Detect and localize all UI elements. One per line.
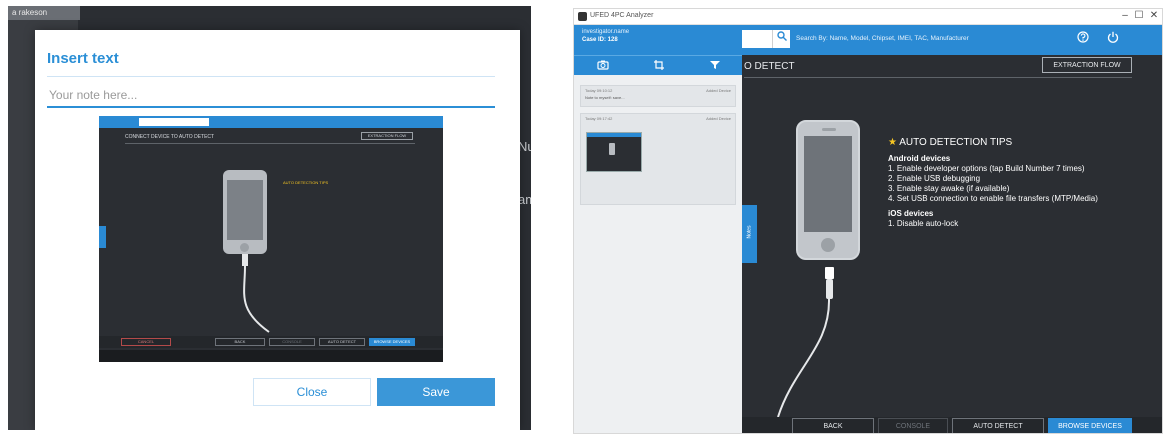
stage: a rakeson Nu am Insert text CONNECT DEVI…	[0, 0, 1171, 434]
background-tab[interactable]: a rakeson	[8, 6, 80, 20]
preview-divider	[125, 143, 415, 144]
ios-header: iOS devices	[888, 209, 934, 218]
screenshot-preview: CONNECT DEVICE TO AUTO DETECT EXTRACTION…	[99, 116, 443, 362]
tips-title-text: AUTO DETECTION TIPS	[899, 137, 1013, 148]
browse-devices-button[interactable]: BROWSE DEVICES	[1048, 418, 1132, 433]
tips-title: ★ AUTO DETECTION TIPS	[888, 138, 1158, 148]
search-icon[interactable]	[772, 30, 790, 48]
note-type: Added Device	[706, 88, 731, 93]
close-window-icon[interactable]: ✕	[1147, 10, 1161, 21]
back-button[interactable]: BACK	[792, 418, 874, 433]
camera-icon[interactable]	[596, 60, 610, 72]
modal-divider	[47, 76, 495, 77]
minimize-icon[interactable]: –	[1118, 10, 1132, 21]
console-button[interactable]: CONSOLE	[878, 418, 948, 433]
power-icon[interactable]	[1104, 30, 1122, 48]
android-tip: 4. Set USB connection to enable file tra…	[888, 194, 1098, 203]
insert-text-modal: Insert text CONNECT DEVICE TO AUTO DETEC…	[35, 30, 520, 430]
title-divider	[744, 77, 1132, 78]
preview-cancel-button: CANCEL	[121, 338, 171, 346]
star-icon: ★	[888, 137, 897, 148]
preview-console-button: CONSOLE	[269, 338, 315, 346]
note-text: Note to myself: save...	[585, 95, 625, 100]
search-hint: Search By: Name, Model, Chipset, IMEI, T…	[796, 35, 969, 42]
note-item[interactable]: Today 09:17:42 Added Device	[580, 113, 736, 205]
phone-icon	[796, 120, 860, 260]
android-tip: 1. Enable developer options (tap Build N…	[888, 164, 1085, 173]
note-type: Added Device	[706, 116, 731, 121]
auto-detect-button[interactable]: AUTO DETECT	[952, 418, 1044, 433]
app-icon	[578, 12, 587, 21]
note-screenshot-thumbnail[interactable]	[586, 132, 642, 172]
preview-back-button: BACK	[215, 338, 265, 346]
preview-notes-tab	[99, 226, 106, 248]
auto-detection-tips: ★ AUTO DETECTION TIPS Android devices 1.…	[888, 138, 1158, 229]
close-button[interactable]: Close	[253, 378, 371, 406]
user-name: investigator.name	[582, 29, 630, 35]
preview-tips-title: AUTO DETECTION TIPS	[283, 180, 329, 185]
android-tip: 3. Enable stay awake (if available)	[888, 184, 1010, 193]
window-titlebar: UFED 4PC Analyzer – ☐ ✕	[574, 9, 1162, 25]
note-input[interactable]	[47, 84, 495, 108]
preview-taskbar	[99, 350, 443, 362]
notes-tab-label: Notes	[746, 225, 753, 239]
preview-phone-icon	[223, 170, 267, 254]
search-input[interactable]	[742, 30, 772, 48]
notes-panel: Today 09:10:12 Added Device Note to myse…	[574, 75, 742, 433]
preview-browse-button: BROWSE DEVICES	[369, 338, 415, 346]
sidebar-tabs	[574, 55, 742, 75]
window-title: UFED 4PC Analyzer	[590, 12, 654, 19]
android-header: Android devices	[888, 154, 951, 163]
maximize-icon[interactable]: ☐	[1132, 10, 1146, 21]
note-timestamp: Today 09:10:12	[585, 88, 613, 93]
right-screenshot: UFED 4PC Analyzer – ☐ ✕ investigator.nam…	[573, 8, 1163, 434]
help-icon[interactable]	[1074, 30, 1092, 48]
modal-title: Insert text	[47, 50, 119, 67]
sidebar-header: investigator.name Case ID: 128	[574, 25, 742, 55]
preview-cable-icon	[242, 254, 270, 333]
case-id: Case ID: 128	[582, 37, 618, 43]
extraction-flow-button[interactable]: EXTRACTION FLOW	[1042, 57, 1132, 73]
usb-cable-icon	[777, 267, 834, 417]
android-tip: 2. Enable USB debugging	[888, 174, 981, 183]
ios-tip: 1. Disable auto-lock	[888, 219, 959, 228]
preview-auto-detect-button: AUTO DETECT	[319, 338, 365, 346]
notes-tab[interactable]: Notes	[742, 205, 757, 263]
save-button[interactable]: Save	[377, 378, 495, 406]
preview-title: CONNECT DEVICE TO AUTO DETECT	[125, 134, 215, 140]
page-title: O DETECT	[744, 61, 795, 72]
preview-flow-button: EXTRACTION FLOW	[361, 132, 413, 140]
crop-icon[interactable]	[652, 60, 666, 72]
left-screenshot: a rakeson Nu am Insert text CONNECT DEVI…	[8, 6, 531, 430]
note-item[interactable]: Today 09:10:12 Added Device Note to myse…	[580, 85, 736, 107]
filter-icon[interactable]	[708, 60, 722, 72]
preview-tips: AUTO DETECTION TIPS	[283, 180, 328, 186]
note-timestamp: Today 09:17:42	[585, 116, 613, 121]
preview-search	[139, 118, 209, 126]
